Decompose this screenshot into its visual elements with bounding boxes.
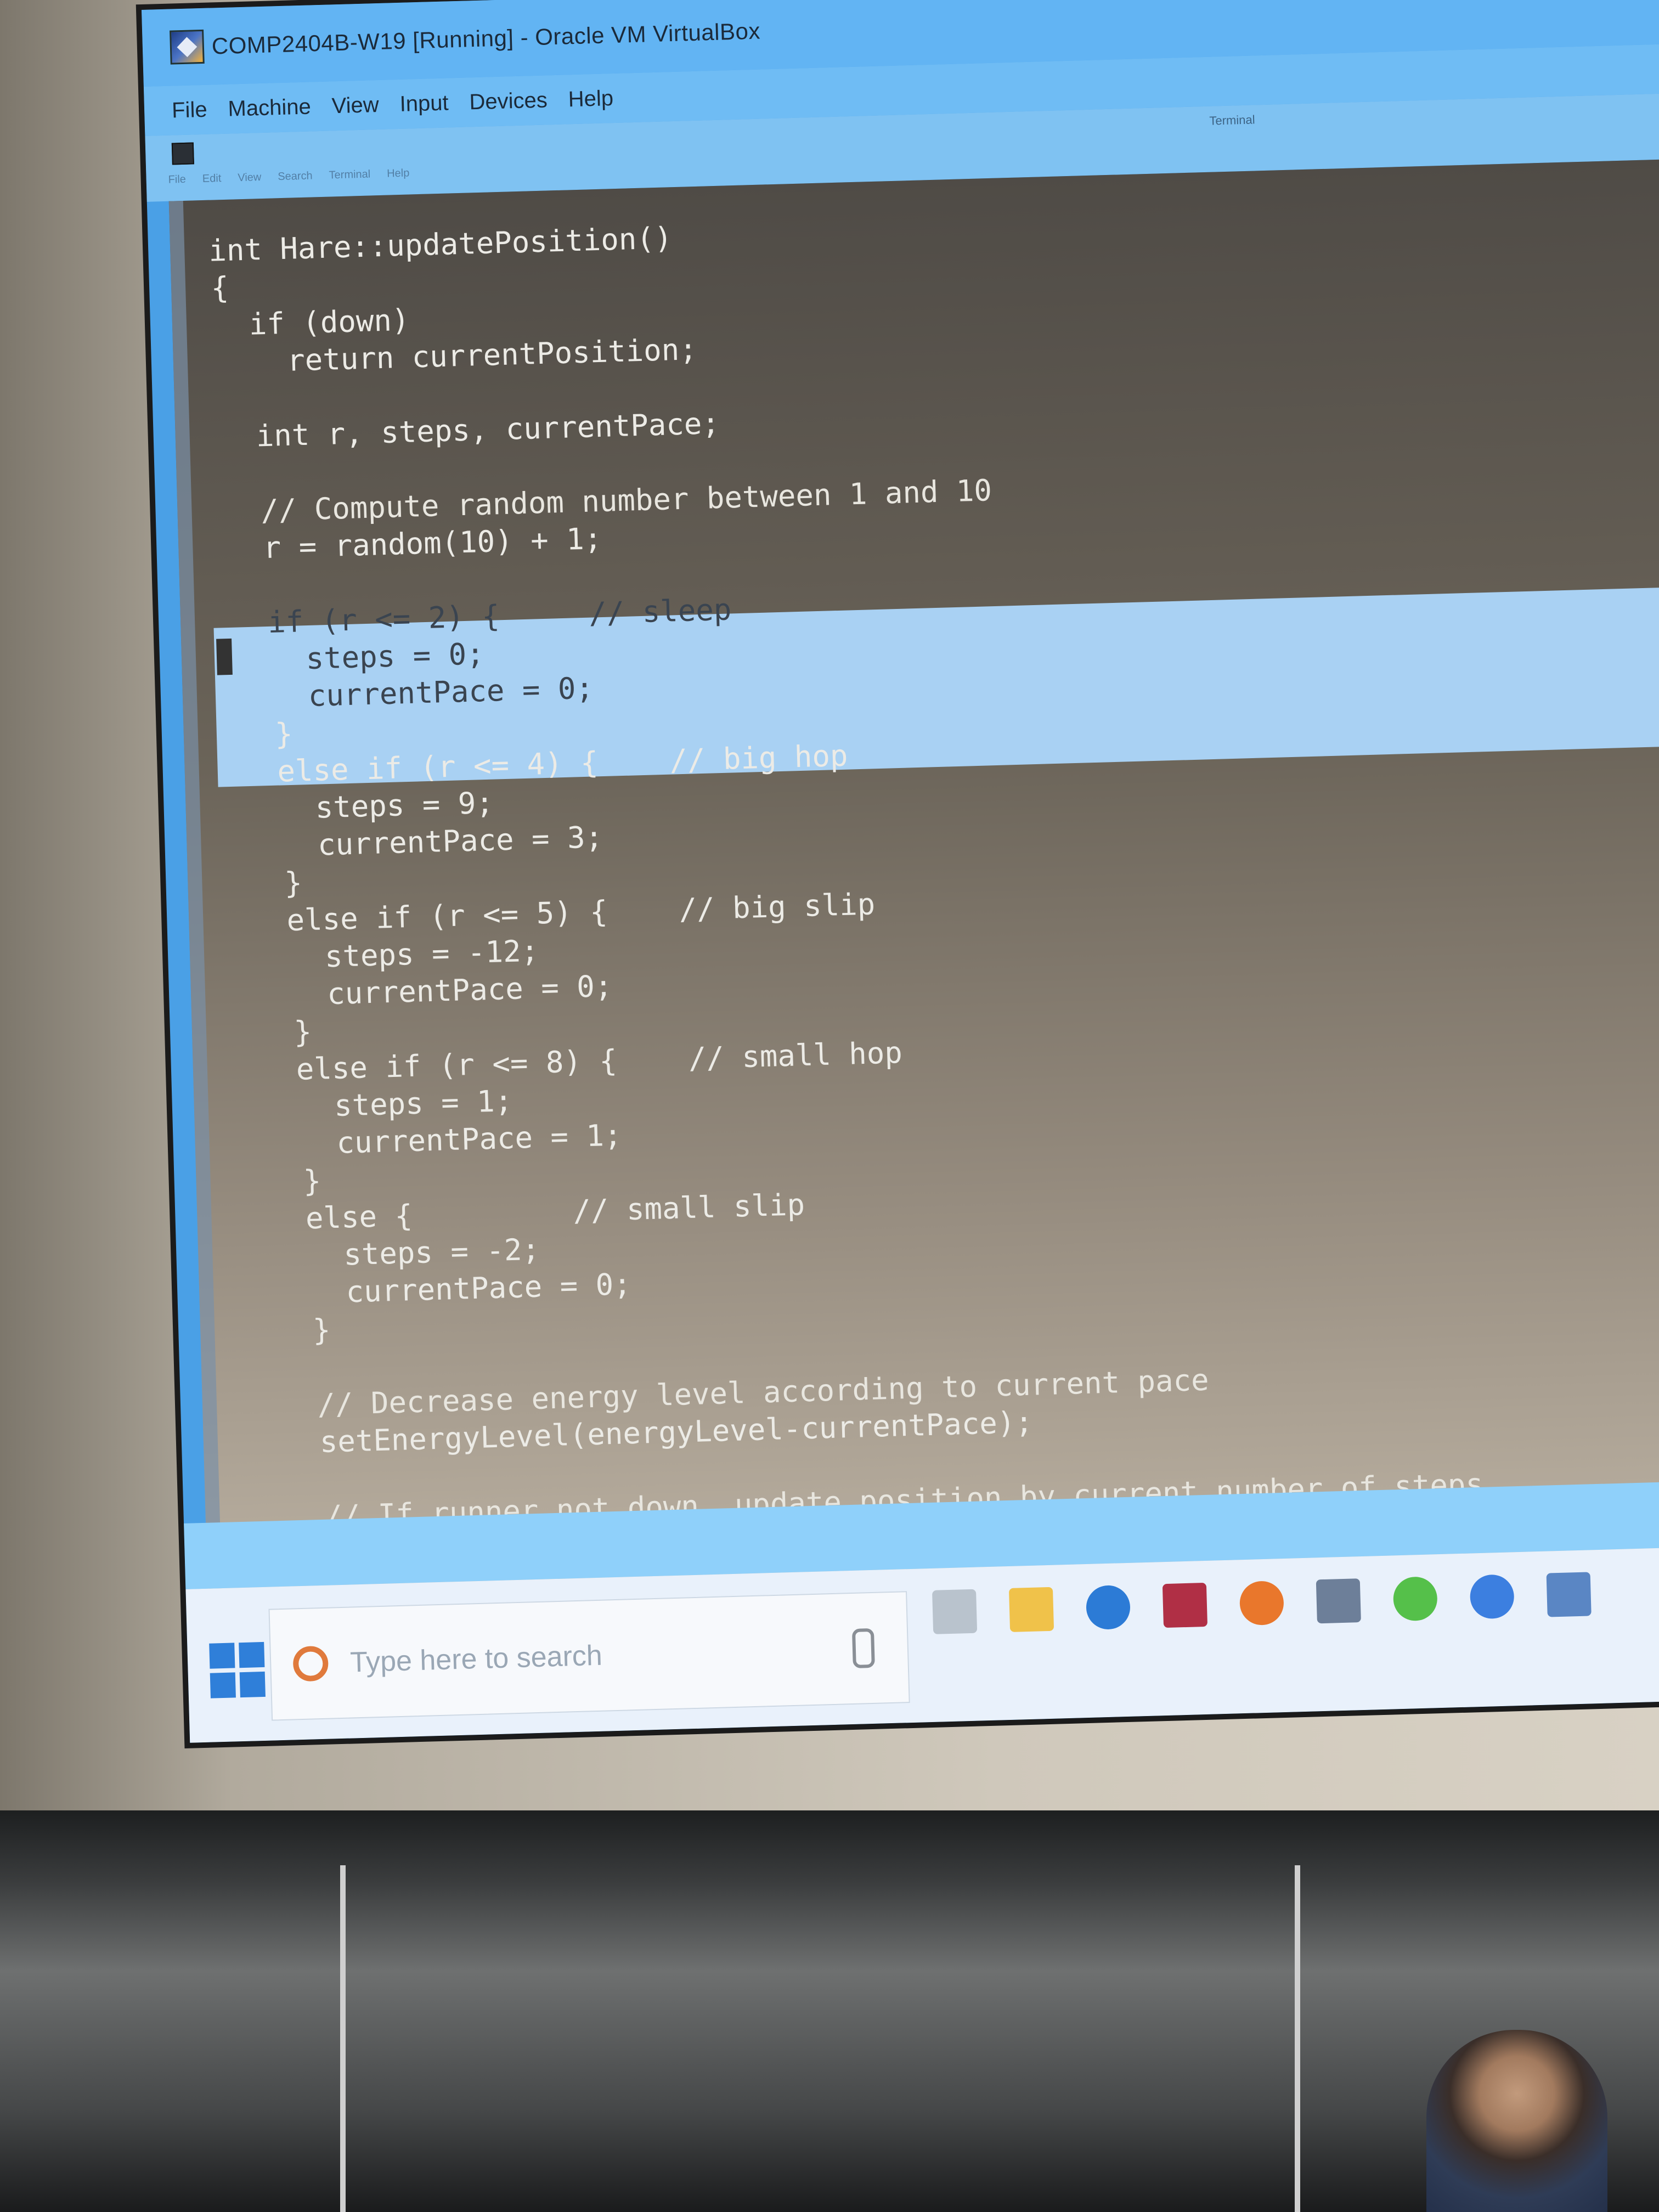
edge-icon[interactable]	[1085, 1584, 1131, 1630]
menu-devices[interactable]: Devices	[469, 88, 548, 115]
cortana-icon	[292, 1645, 329, 1682]
task-view-icon[interactable]	[932, 1589, 978, 1634]
code-line: else { // small slip	[269, 1187, 805, 1237]
code-line: steps = 1;	[262, 1083, 514, 1125]
code-line: else if (r <= 4) { // big hop	[241, 738, 849, 790]
board-divider	[340, 1865, 346, 2212]
code-line: int Hare::updatePosition()	[208, 221, 673, 268]
guest-menu-search[interactable]: Search	[278, 170, 313, 183]
code-line: // Compute random number between 1 and 1…	[224, 473, 992, 529]
menu-machine[interactable]: Machine	[228, 94, 311, 121]
code-line: {	[210, 270, 229, 306]
guest-menu-help[interactable]: Help	[387, 167, 410, 180]
file-explorer-icon[interactable]	[1008, 1587, 1054, 1632]
chrome-icon[interactable]	[1469, 1574, 1515, 1620]
taskbar-icons	[932, 1572, 1592, 1634]
code-line: steps = 0;	[234, 636, 485, 678]
projected-screen: COMP2404B-W19 [Running] - Oracle VM Virt…	[142, 0, 1659, 1743]
code-line: }	[257, 1014, 312, 1051]
code-line: if (down)	[213, 302, 410, 343]
chalkboard	[0, 1810, 1659, 2212]
firefox-icon[interactable]	[1239, 1581, 1284, 1626]
guest-menu-view[interactable]: View	[238, 171, 262, 184]
guest-terminal-menu: File Edit View Search Terminal Help	[168, 167, 409, 186]
presenter-person	[1426, 2030, 1607, 2212]
code-line: else if (r <= 5) { // big slip	[250, 887, 876, 939]
virtualbox-taskbar-icon[interactable]	[1316, 1578, 1361, 1624]
taskbar-search-box[interactable]: Type here to search	[268, 1591, 910, 1721]
virtualbox-icon	[170, 29, 205, 65]
code-line: else if (r <= 8) { // small hop	[259, 1035, 903, 1088]
menu-input[interactable]: Input	[399, 91, 449, 116]
terminal-content[interactable]: int Hare::updatePosition(){ if (down) re…	[168, 159, 1659, 1627]
onenote-icon[interactable]	[1162, 1582, 1208, 1628]
code-line: steps = 9;	[243, 785, 494, 827]
code-line: }	[267, 1163, 322, 1200]
app-icon[interactable]	[1546, 1572, 1592, 1617]
code-line: int r, steps, currentPace;	[219, 405, 720, 455]
guest-menu-file[interactable]: File	[168, 173, 186, 187]
window-title: COMP2404B-W19 [Running] - Oracle VM Virt…	[211, 18, 761, 59]
code-line: if (r <= 2) { // sleep	[232, 592, 732, 641]
microphone-icon[interactable]	[851, 1628, 875, 1668]
code-line: steps = -12;	[253, 933, 539, 976]
code-line: }	[276, 1312, 331, 1349]
sync-icon[interactable]	[1392, 1576, 1438, 1622]
guest-menu-edit[interactable]: Edit	[202, 172, 222, 185]
terminal-icon	[171, 142, 194, 165]
code-editor[interactable]: int Hare::updatePosition(){ if (down) re…	[169, 159, 1659, 1627]
guest-menu-terminal[interactable]: Terminal	[329, 168, 370, 182]
code-line: steps = -2;	[272, 1232, 540, 1274]
code-line: }	[248, 865, 303, 902]
menu-help[interactable]: Help	[568, 86, 613, 112]
guest-terminal-title: Terminal	[1209, 112, 1255, 128]
menu-file[interactable]: File	[172, 97, 208, 123]
search-placeholder: Type here to search	[349, 1639, 603, 1679]
board-divider	[1295, 1865, 1300, 2212]
code-line: }	[239, 716, 294, 753]
menu-view[interactable]: View	[331, 92, 379, 118]
windows-start-button[interactable]	[209, 1641, 266, 1699]
